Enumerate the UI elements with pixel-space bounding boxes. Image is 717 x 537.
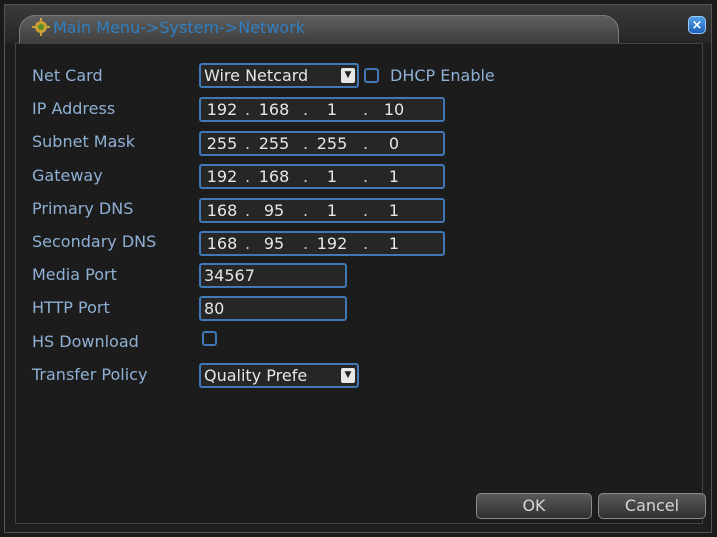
net-card-label: Net Card	[32, 66, 103, 85]
primary-dns-octet-4[interactable]: 1	[373, 200, 415, 221]
secondary-dns-octet-2[interactable]: 95	[253, 233, 295, 254]
chevron-down-icon[interactable]: ▼	[341, 68, 355, 83]
ip-octet-4[interactable]: 10	[373, 99, 415, 120]
settings-gear-icon	[32, 18, 50, 36]
secondary-dns-octet-3[interactable]: 192	[311, 233, 353, 254]
primary-dns-octet-3[interactable]: 1	[311, 200, 353, 221]
media-port-label: Media Port	[32, 265, 117, 284]
http-port-label: HTTP Port	[32, 298, 110, 317]
primary-dns-octet-1[interactable]: 168	[201, 200, 243, 221]
http-port-input[interactable]: 80	[199, 296, 347, 321]
transfer-policy-select[interactable]: Quality Prefe ▼	[199, 363, 359, 388]
primary-dns-label: Primary DNS	[32, 199, 134, 218]
dhcp-enable-label: DHCP Enable	[390, 66, 495, 85]
close-button[interactable]: ×	[688, 16, 706, 34]
gateway-octet-3[interactable]: 1	[311, 166, 353, 187]
media-port-input[interactable]: 34567	[199, 263, 347, 288]
transfer-policy-label: Transfer Policy	[32, 365, 148, 384]
subnet-mask-label: Subnet Mask	[32, 132, 136, 151]
window-title: Main Menu->System->Network	[53, 18, 306, 37]
gateway-octet-2[interactable]: 168	[253, 166, 295, 187]
net-card-select[interactable]: Wire Netcard ▼	[199, 63, 359, 88]
hs-download-label: HS Download	[32, 332, 139, 351]
dhcp-enable-checkbox[interactable]	[364, 68, 379, 83]
subnet-octet-1[interactable]: 255	[201, 133, 243, 154]
secondary-dns-octet-4[interactable]: 1	[373, 233, 415, 254]
subnet-mask-field[interactable]: 255 . 255 . 255 . 0	[199, 131, 445, 156]
net-card-value: Wire Netcard	[204, 66, 309, 85]
subnet-octet-4[interactable]: 0	[373, 133, 415, 154]
transfer-policy-value: Quality Prefe	[204, 366, 308, 385]
primary-dns-field[interactable]: 168 . 95 . 1 . 1	[199, 198, 445, 223]
secondary-dns-label: Secondary DNS	[32, 232, 157, 251]
chevron-down-icon[interactable]: ▼	[341, 368, 355, 383]
primary-dns-octet-2[interactable]: 95	[253, 200, 295, 221]
ip-address-field[interactable]: 192 . 168 . 1 . 10	[199, 97, 445, 122]
title-bar: Main Menu->System->Network ×	[5, 5, 711, 45]
ip-octet-3[interactable]: 1	[311, 99, 353, 120]
subnet-octet-3[interactable]: 255	[311, 133, 353, 154]
gateway-octet-1[interactable]: 192	[201, 166, 243, 187]
hs-download-checkbox[interactable]	[202, 331, 217, 346]
ip-address-label: IP Address	[32, 99, 116, 118]
gateway-octet-4[interactable]: 1	[373, 166, 415, 187]
ip-octet-1[interactable]: 192	[201, 99, 243, 120]
gateway-label: Gateway	[32, 166, 103, 185]
ok-button[interactable]: OK	[476, 493, 592, 519]
gateway-field[interactable]: 192 . 168 . 1 . 1	[199, 164, 445, 189]
secondary-dns-octet-1[interactable]: 168	[201, 233, 243, 254]
ip-octet-2[interactable]: 168	[253, 99, 295, 120]
cancel-button[interactable]: Cancel	[598, 493, 706, 519]
subnet-octet-2[interactable]: 255	[253, 133, 295, 154]
secondary-dns-field[interactable]: 168 . 95 . 192 . 1	[199, 231, 445, 256]
